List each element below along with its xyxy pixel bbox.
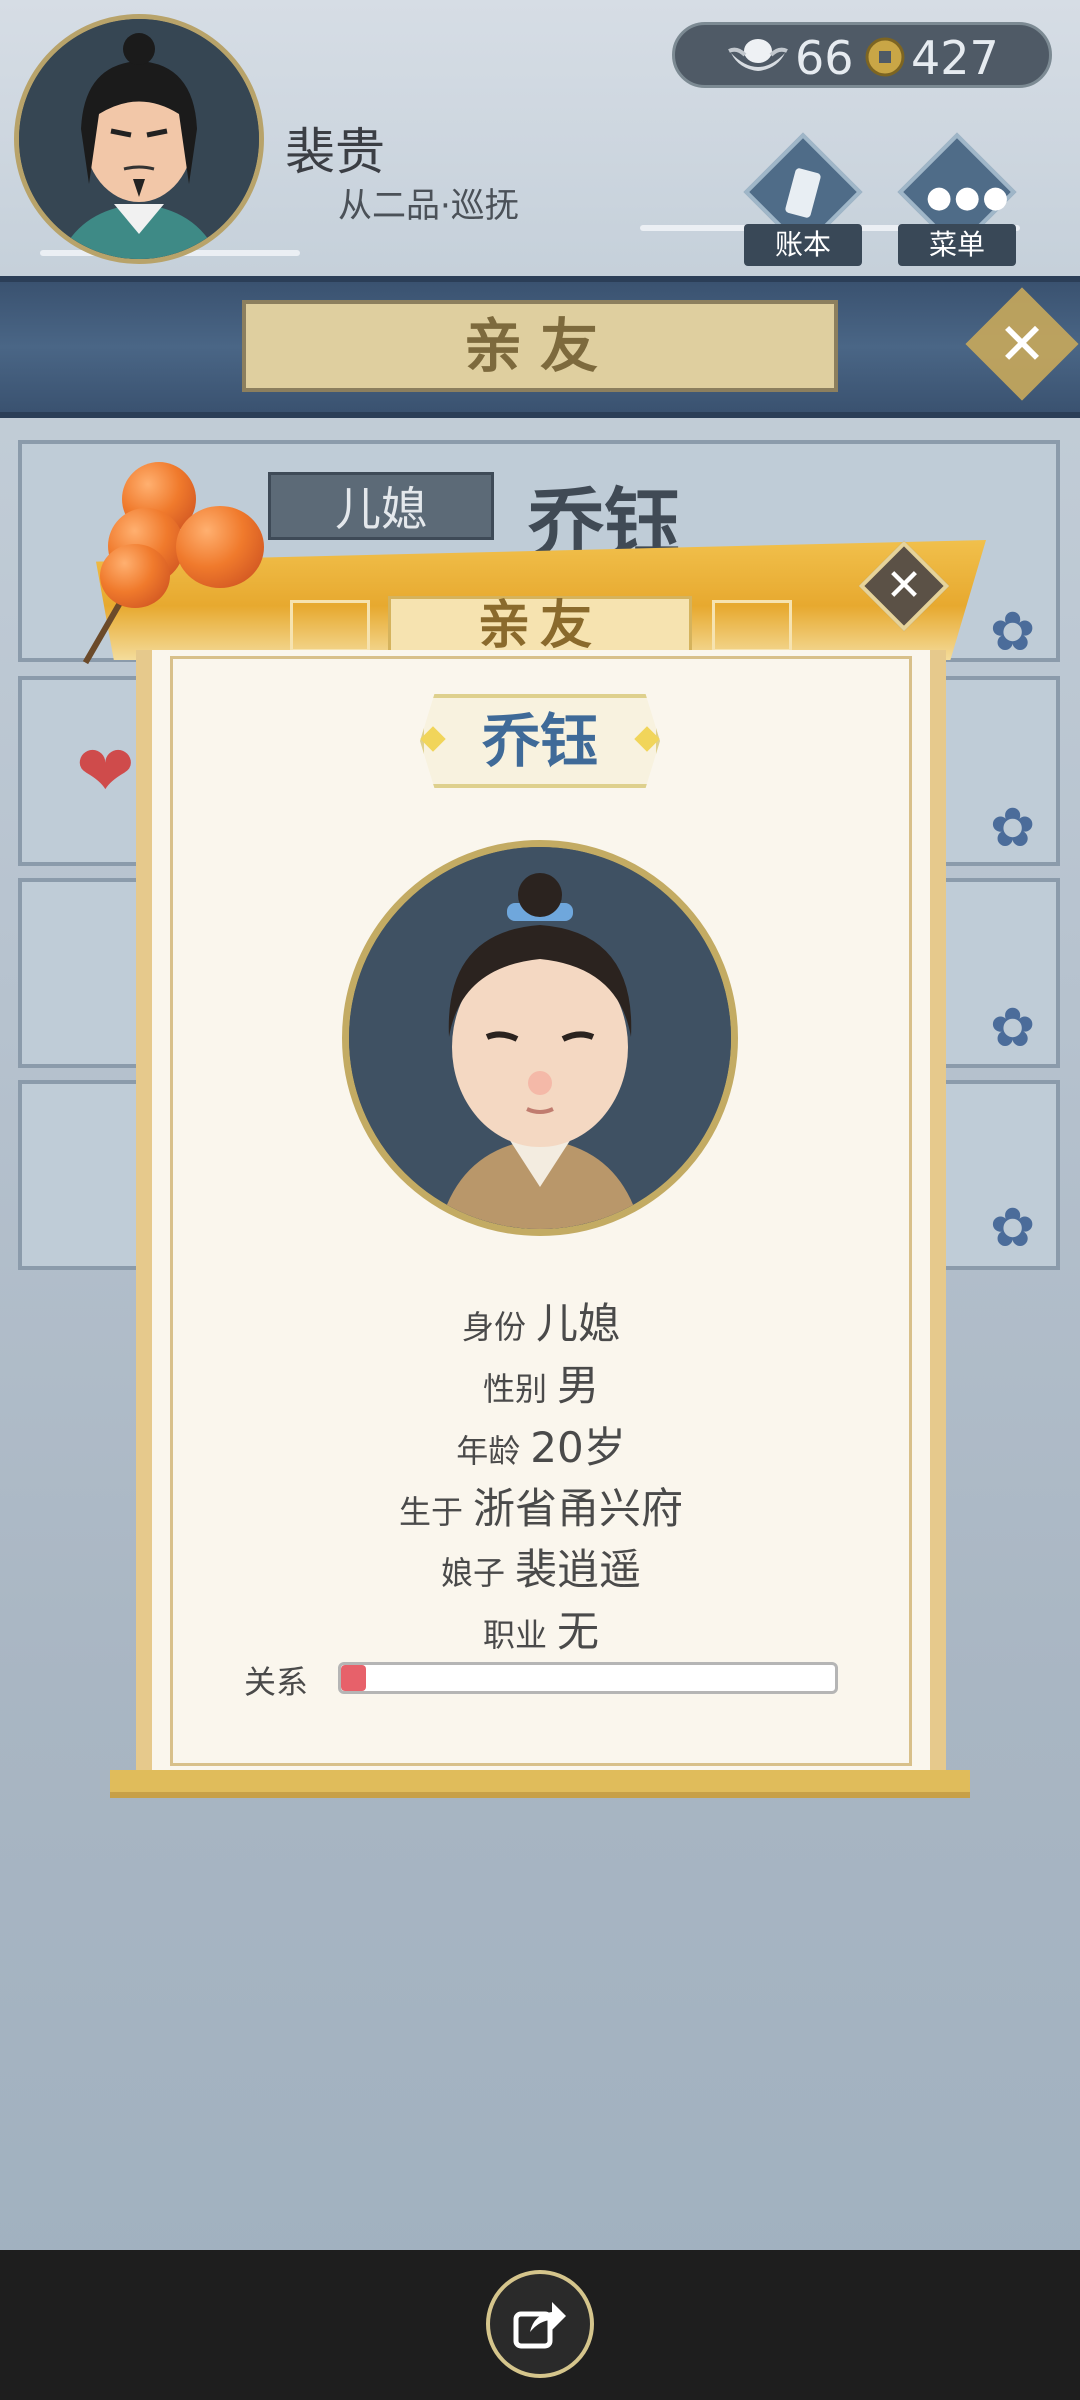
flower-icon: ✿	[990, 600, 1036, 663]
share-icon	[513, 2302, 566, 2349]
fruit-decoration	[176, 506, 264, 588]
copper-coin-icon	[865, 37, 905, 77]
field-value: 裴逍遥	[515, 1545, 642, 1594]
field-label: 身份	[461, 1308, 526, 1346]
relationship-bar	[338, 1662, 838, 1694]
menu-button[interactable]: ●●● 菜单	[897, 132, 1017, 268]
heart-icon: ❤	[76, 730, 135, 812]
modal-header-ornament	[712, 600, 792, 652]
field-identity: 身份 儿媳	[136, 1290, 946, 1351]
field-birthplace: 生于 浙省甬兴府	[136, 1475, 946, 1536]
currency-bar: 66 427	[672, 22, 1052, 88]
field-gender: 性别男	[136, 1352, 946, 1413]
menu-label: 菜单	[898, 224, 1016, 266]
share-button[interactable]	[486, 2270, 594, 2378]
coin-count: 427	[911, 31, 999, 85]
modal-header-ornament	[290, 600, 370, 652]
relative-portrait	[342, 840, 738, 1236]
flower-icon: ✿	[990, 996, 1036, 1059]
field-value: 男	[557, 1361, 600, 1410]
flower-icon: ✿	[990, 1196, 1036, 1259]
flower-icon: ✿	[990, 796, 1036, 859]
field-label: 生于	[398, 1493, 463, 1531]
relationship-label: 关系	[244, 1663, 309, 1701]
close-icon: ✕	[997, 310, 1047, 378]
player-portrait-icon	[19, 19, 259, 259]
field-value: 儿媳	[536, 1299, 621, 1348]
ledger-button[interactable]: 账本	[743, 132, 863, 268]
modal-title: 亲友	[477, 596, 602, 656]
close-icon: ✕	[885, 560, 923, 611]
field-spouse: 娘子 裴逍遥	[136, 1536, 946, 1597]
silver-ingot-icon	[728, 39, 788, 71]
field-value: 浙省甬兴府	[473, 1484, 684, 1533]
player-rank: 从二品·巡抚	[338, 186, 519, 226]
list-item-role: 儿媳	[268, 472, 494, 540]
modal-bottom-bar	[110, 1770, 970, 1792]
relative-portrait-icon	[349, 847, 731, 1229]
field-label: 职业	[482, 1616, 547, 1654]
field-label: 性别	[482, 1370, 547, 1408]
relationship-bar-fill	[341, 1665, 366, 1691]
fruit-decoration	[100, 544, 170, 608]
player-avatar[interactable]	[14, 14, 264, 264]
field-label: 娘子	[440, 1554, 505, 1592]
relative-name: 乔钰	[481, 707, 598, 775]
more-dots-glyph: ●●●	[926, 180, 1011, 215]
field-age: 年龄 20岁	[136, 1414, 946, 1475]
field-label: 年龄	[456, 1432, 521, 1470]
page-title: 亲友	[463, 312, 616, 380]
silver-count: 66	[795, 31, 854, 85]
field-value: 无	[557, 1607, 600, 1656]
field-value: 20岁	[530, 1423, 626, 1472]
field-occupation: 职业无	[136, 1598, 946, 1659]
ledger-label: 账本	[744, 224, 862, 266]
player-name: 裴贵	[285, 123, 385, 181]
